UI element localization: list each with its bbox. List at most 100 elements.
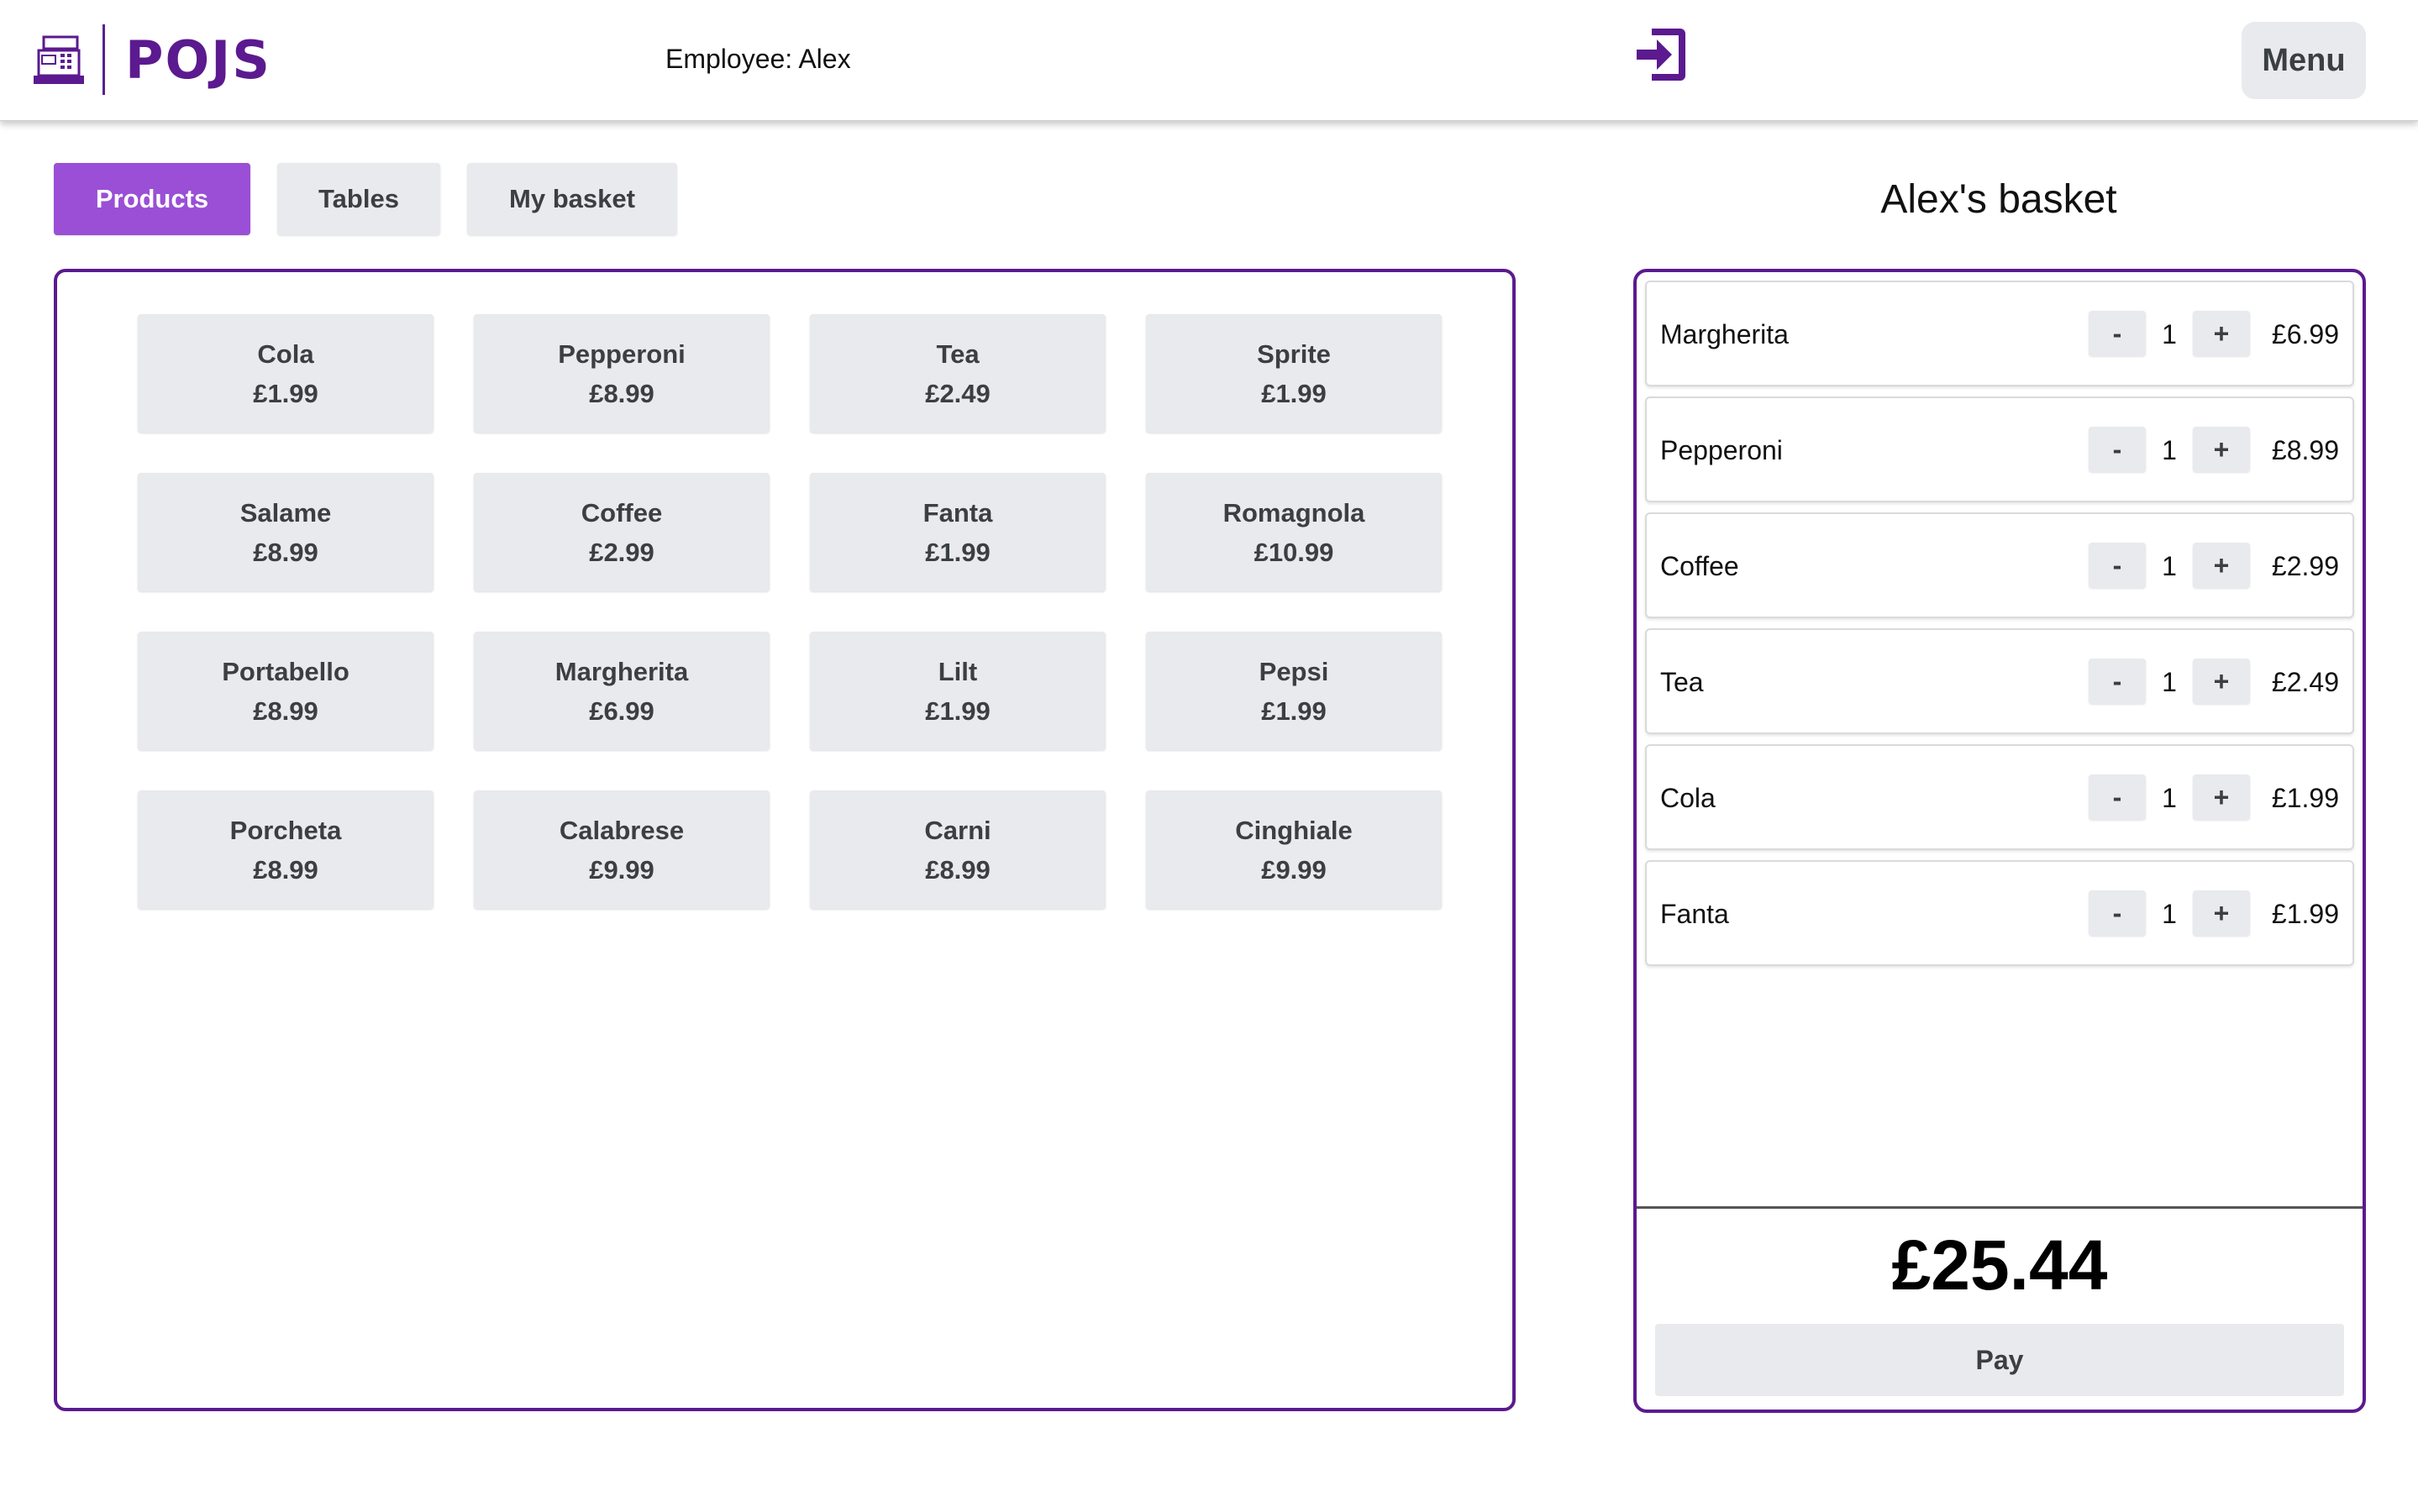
quantity-value: 1 (2162, 783, 2177, 813)
increase-quantity-button[interactable]: + (2193, 311, 2250, 356)
basket-item-name: Tea (1660, 667, 1704, 697)
basket-title: Alex's basket (1880, 177, 2117, 222)
product-price: £1.99 (253, 378, 318, 408)
decrease-quantity-button[interactable]: - (2089, 890, 2146, 936)
product-price: £2.99 (589, 537, 654, 567)
product-card[interactable]: Margherita £6.99 (474, 632, 770, 750)
pay-button[interactable]: Pay (1655, 1324, 2344, 1396)
product-name: Lilt (938, 656, 978, 686)
product-card[interactable]: Cola £1.99 (138, 314, 434, 433)
product-name: Salame (239, 497, 332, 528)
product-price: £1.99 (1261, 696, 1327, 726)
app-name: POJS (125, 29, 271, 91)
basket-item: Pepperoni - 1 + £8.99 (1645, 396, 2354, 502)
logo-divider (103, 24, 105, 95)
tab-bar: Products Tables My basket (54, 163, 677, 235)
product-name: Romagnola (1222, 497, 1365, 528)
product-card[interactable]: Tea £2.49 (810, 314, 1106, 433)
product-card[interactable]: Coffee £2.99 (474, 473, 770, 591)
product-card[interactable]: Romagnola £10.99 (1146, 473, 1442, 591)
product-price: £8.99 (253, 537, 318, 567)
basket-divider (1637, 1206, 2363, 1209)
basket-item-name: Margherita (1660, 319, 1789, 349)
product-name: Tea (936, 339, 980, 369)
basket-item-name: Coffee (1660, 551, 1739, 581)
basket-panel: Margherita - 1 + £6.99 Pepperoni - 1 + £… (1633, 269, 2366, 1413)
increase-quantity-button[interactable]: + (2193, 427, 2250, 472)
increase-quantity-button[interactable]: + (2193, 890, 2250, 936)
decrease-quantity-button[interactable]: - (2089, 427, 2146, 472)
products-panel: Cola £1.99 Pepperoni £8.99 Tea £2.49 Spr… (54, 269, 1516, 1411)
basket-list: Margherita - 1 + £6.99 Pepperoni - 1 + £… (1645, 281, 2354, 976)
quantity-value: 1 (2162, 435, 2177, 465)
product-name: Porcheta (229, 815, 342, 845)
basket-item-price: £1.99 (2271, 899, 2339, 929)
basket-item-price: £1.99 (2271, 783, 2339, 813)
product-card[interactable]: Calabrese £9.99 (474, 790, 770, 909)
product-name: Fanta (923, 497, 993, 528)
tab-products[interactable]: Products (54, 163, 250, 235)
product-card[interactable]: Portabello £8.99 (138, 632, 434, 750)
basket-item-price: £6.99 (2271, 319, 2339, 349)
basket-item: Coffee - 1 + £2.99 (1645, 512, 2354, 618)
product-price: £8.99 (253, 696, 318, 726)
product-card[interactable]: Cinghiale £9.99 (1146, 790, 1442, 909)
product-name: Carni (924, 815, 991, 845)
basket-item: Fanta - 1 + £1.99 (1645, 860, 2354, 966)
product-name: Cinghiale (1235, 815, 1353, 845)
product-name: Cola (257, 339, 314, 369)
product-card[interactable]: Pepperoni £8.99 (474, 314, 770, 433)
basket-item: Margherita - 1 + £6.99 (1645, 281, 2354, 386)
product-card[interactable]: Carni £8.99 (810, 790, 1106, 909)
quantity-value: 1 (2162, 319, 2177, 349)
product-card[interactable]: Lilt £1.99 (810, 632, 1106, 750)
basket-item-name: Cola (1660, 783, 1716, 813)
product-price: £1.99 (925, 696, 991, 726)
tab-tables[interactable]: Tables (277, 163, 440, 235)
product-card[interactable]: Fanta £1.99 (810, 473, 1106, 591)
product-name: Pepperoni (558, 339, 686, 369)
product-name: Sprite (1257, 339, 1331, 369)
product-price: £8.99 (253, 854, 318, 885)
quantity-value: 1 (2162, 667, 2177, 697)
product-name: Coffee (581, 497, 663, 528)
product-price: £8.99 (589, 378, 654, 408)
basket-item-price: £2.99 (2271, 551, 2339, 581)
product-card[interactable]: Porcheta £8.99 (138, 790, 434, 909)
product-price: £9.99 (589, 854, 654, 885)
product-name: Margherita (555, 656, 689, 686)
basket-item-price: £8.99 (2271, 435, 2339, 465)
product-price: £8.99 (925, 854, 991, 885)
tab-my-basket[interactable]: My basket (467, 163, 677, 235)
product-card[interactable]: Sprite £1.99 (1146, 314, 1442, 433)
product-price: £1.99 (1261, 378, 1327, 408)
product-grid: Cola £1.99 Pepperoni £8.99 Tea £2.49 Spr… (138, 314, 1442, 909)
menu-button[interactable]: Menu (2242, 22, 2366, 99)
product-price: £2.49 (925, 378, 991, 408)
increase-quantity-button[interactable]: + (2193, 543, 2250, 588)
decrease-quantity-button[interactable]: - (2089, 543, 2146, 588)
product-name: Pepsi (1259, 656, 1329, 686)
increase-quantity-button[interactable]: + (2193, 659, 2250, 704)
product-name: Portabello (222, 656, 350, 686)
basket-item: Cola - 1 + £1.99 (1645, 744, 2354, 850)
product-price: £6.99 (589, 696, 654, 726)
product-name: Calabrese (559, 815, 685, 845)
top-bar: POJS Employee: Alex Menu (0, 0, 2418, 121)
quantity-value: 1 (2162, 551, 2177, 581)
decrease-quantity-button[interactable]: - (2089, 311, 2146, 356)
basket-item-name: Fanta (1660, 899, 1729, 929)
product-price: £1.99 (925, 537, 991, 567)
product-card[interactable]: Pepsi £1.99 (1146, 632, 1442, 750)
employee-label: Employee: Alex (665, 44, 851, 74)
product-card[interactable]: Salame £8.99 (138, 473, 434, 591)
basket-item: Tea - 1 + £2.49 (1645, 628, 2354, 734)
increase-quantity-button[interactable]: + (2193, 774, 2250, 820)
basket-item-price: £2.49 (2271, 667, 2339, 697)
cash-register-icon (34, 35, 84, 84)
product-price: £9.99 (1261, 854, 1327, 885)
decrease-quantity-button[interactable]: - (2089, 774, 2146, 820)
sign-in-icon[interactable] (1633, 24, 1689, 86)
decrease-quantity-button[interactable]: - (2089, 659, 2146, 704)
quantity-value: 1 (2162, 899, 2177, 929)
